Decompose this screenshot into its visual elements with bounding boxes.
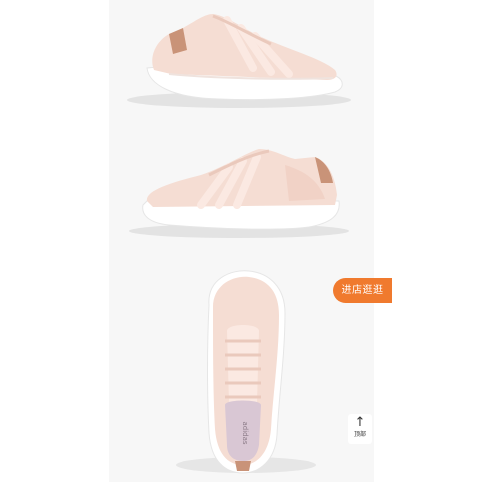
product-image-gallery: adidas — [109, 0, 374, 482]
visit-store-label: 进店逛逛 — [341, 285, 384, 296]
back-to-top-button[interactable]: ↑ 顶部 — [348, 414, 372, 444]
back-to-top-label: 顶部 — [353, 431, 366, 438]
visit-store-button[interactable]: 进店逛逛 — [333, 278, 392, 303]
insole-brand-text: adidas — [241, 421, 249, 444]
arrow-up-icon: ↑ — [354, 415, 366, 430]
product-detail-page: adidas 进店逛逛 ↑ 顶部 — [0, 0, 482, 482]
shoe-side-view-image — [109, 0, 374, 135]
shoe-inner-side-view-image — [109, 135, 374, 265]
